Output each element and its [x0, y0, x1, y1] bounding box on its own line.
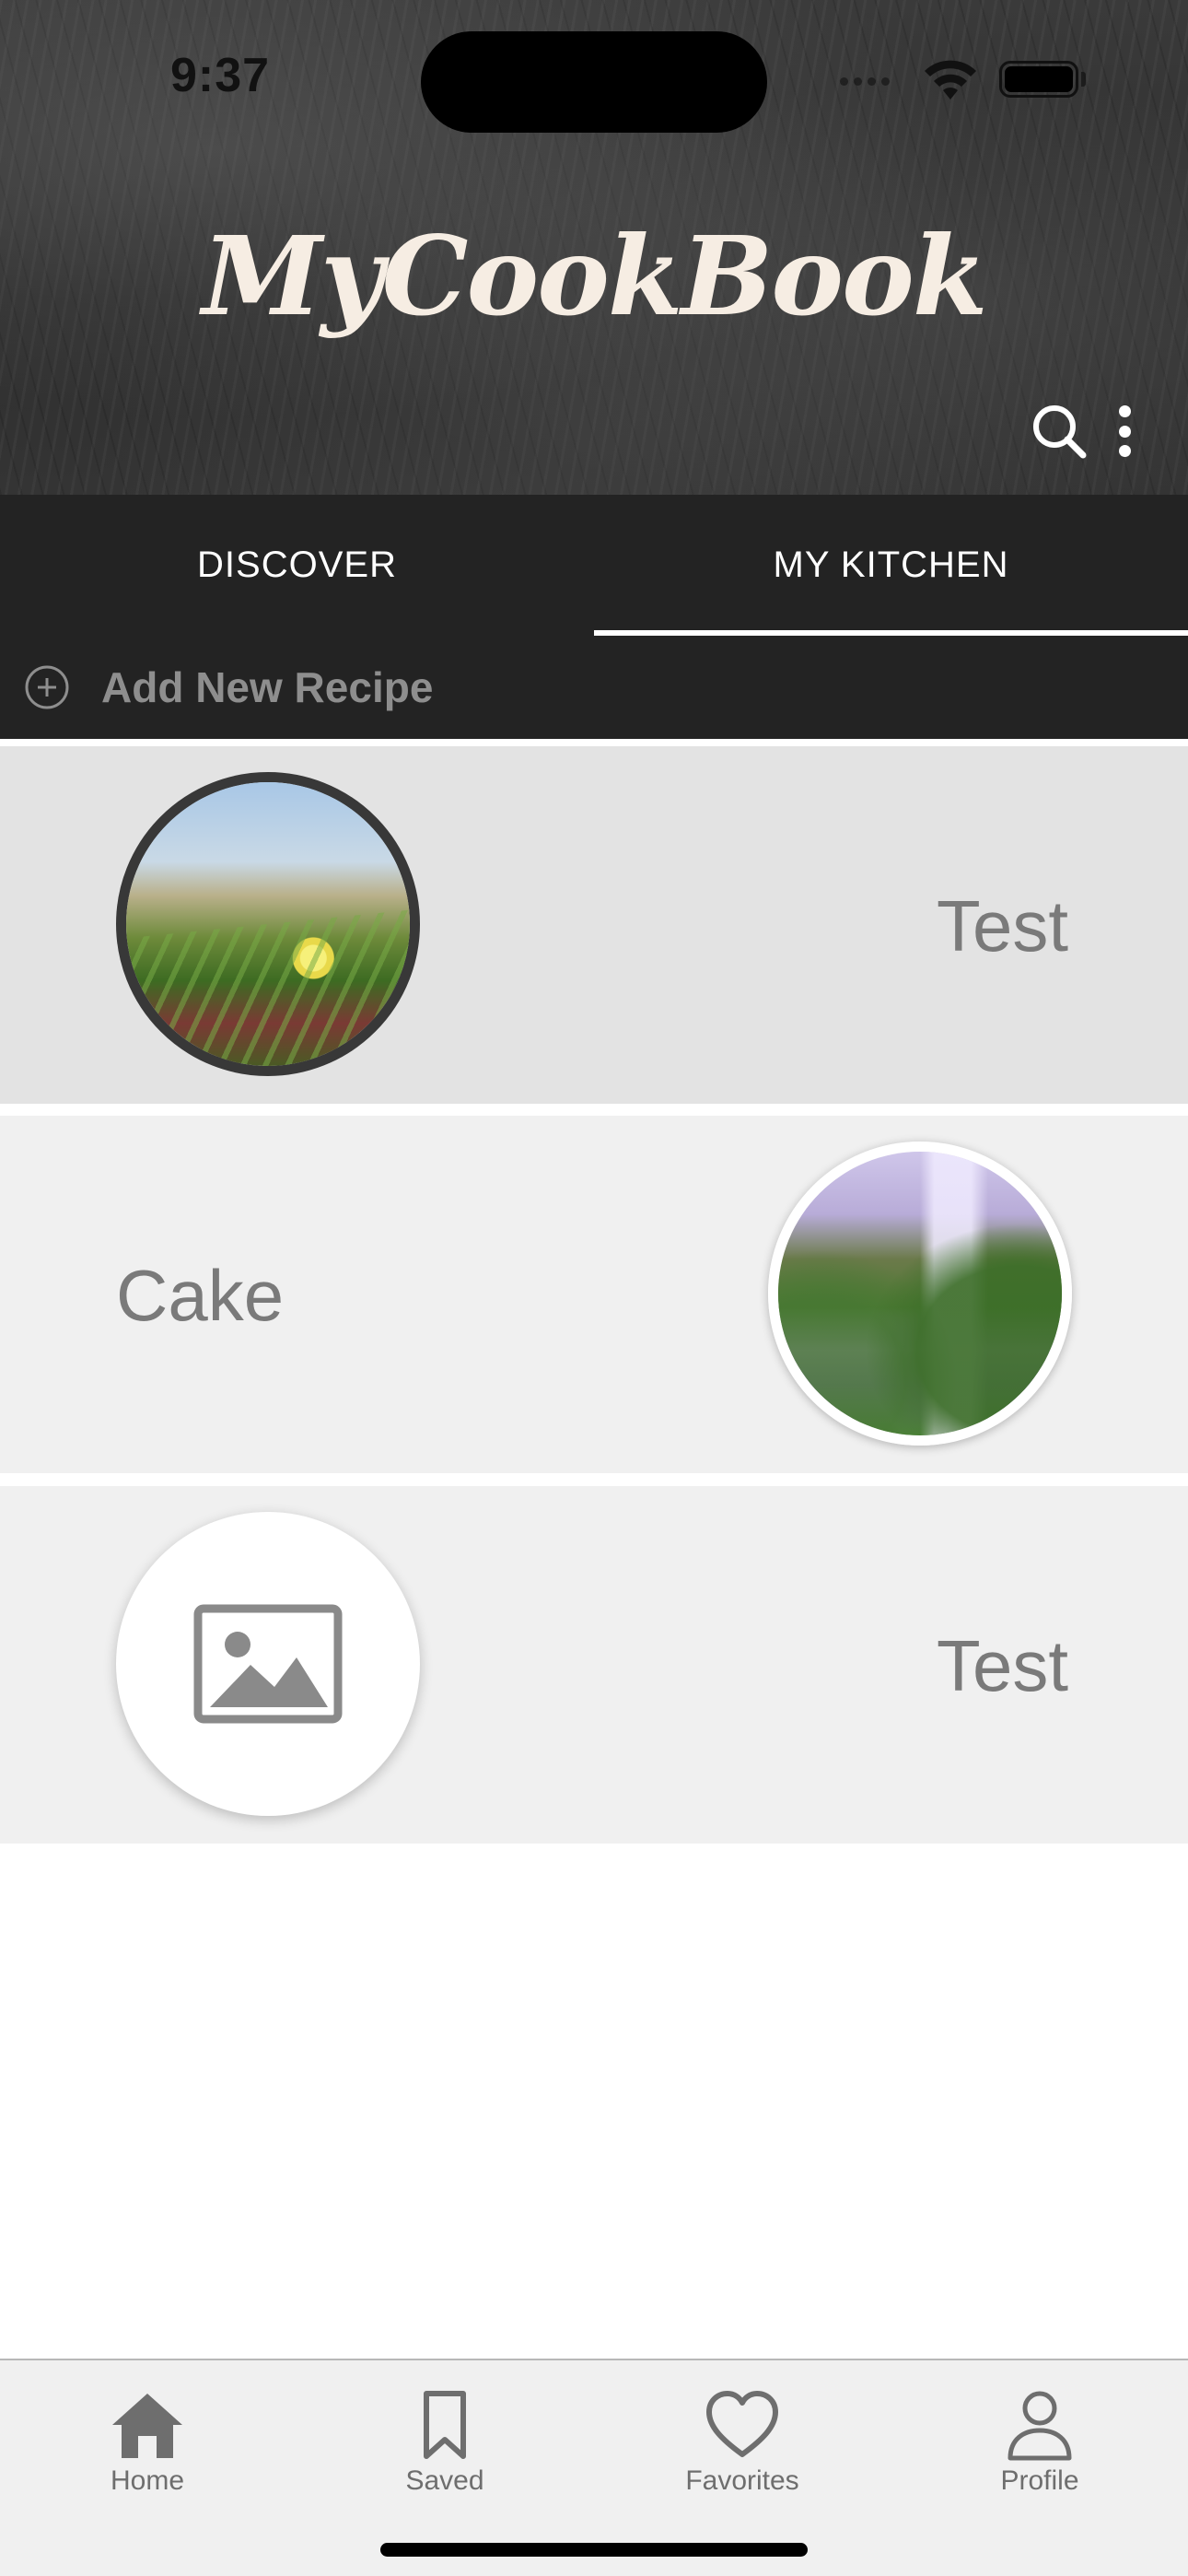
- tab-my-kitchen[interactable]: MY KITCHEN: [594, 495, 1188, 636]
- search-icon[interactable]: [1030, 402, 1089, 461]
- tab-bar: DISCOVER MY KITCHEN: [0, 495, 1188, 636]
- recipe-name: Cake: [116, 1255, 285, 1336]
- wifi-icon: [925, 60, 976, 100]
- tab-discover[interactable]: DISCOVER: [0, 495, 594, 636]
- dynamic-island: [421, 31, 767, 133]
- nav-profile[interactable]: Profile: [948, 2388, 1132, 2497]
- nav-favorites[interactable]: Favorites: [650, 2388, 834, 2497]
- recipe-row[interactable]: Cake: [0, 1116, 1188, 1473]
- add-new-recipe-button[interactable]: Add New Recipe: [0, 636, 1188, 739]
- recipe-thumbnail: [116, 772, 420, 1076]
- recipe-thumbnail: [116, 1512, 420, 1816]
- bookmark-icon: [424, 2391, 466, 2459]
- recipe-thumbnail: [768, 1142, 1072, 1446]
- nav-saved[interactable]: Saved: [353, 2388, 537, 2497]
- nav-favorites-label: Favorites: [685, 2465, 799, 2496]
- nav-profile-label: Profile: [1000, 2465, 1079, 2496]
- recipe-row[interactable]: Test: [0, 1486, 1188, 1844]
- nav-home-label: Home: [110, 2465, 185, 2496]
- cellular-signal-icon: [840, 77, 890, 86]
- more-options-icon[interactable]: [1111, 402, 1138, 461]
- app-header: 9:37 MyCookBook: [0, 0, 1188, 495]
- status-time: 9:37: [170, 49, 271, 102]
- recipe-name: Test: [936, 1625, 1068, 1706]
- nav-home[interactable]: Home: [55, 2388, 239, 2497]
- app-title: MyCookBook: [202, 212, 987, 340]
- heart-icon: [706, 2391, 778, 2457]
- flower-photo: [126, 782, 410, 1066]
- recipe-row[interactable]: Test: [0, 746, 1188, 1104]
- home-icon: [112, 2394, 182, 2458]
- waterfall-photo: [778, 1152, 1062, 1435]
- image-placeholder-icon: [193, 1604, 343, 1724]
- person-icon: [1007, 2391, 1072, 2461]
- nav-saved-label: Saved: [405, 2465, 484, 2496]
- plus-circle-icon: [25, 665, 69, 709]
- battery-icon: [999, 61, 1078, 98]
- add-new-recipe-label: Add New Recipe: [101, 663, 434, 711]
- home-indicator[interactable]: [380, 2543, 808, 2557]
- recipe-name: Test: [936, 885, 1068, 966]
